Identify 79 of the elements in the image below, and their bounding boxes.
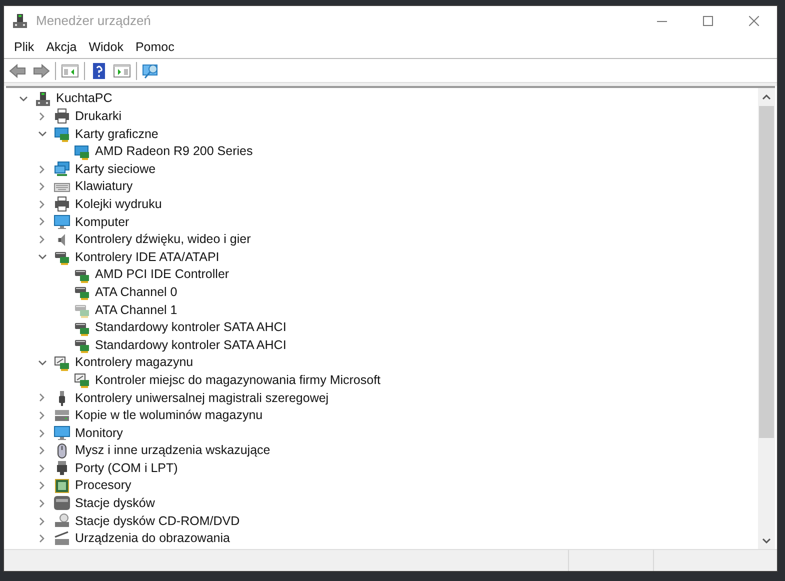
- storage-controller-icon: [54, 354, 70, 371]
- scrollbar[interactable]: [758, 88, 775, 549]
- collapse-chevron-icon[interactable]: [18, 96, 28, 102]
- menu-item[interactable]: Pomoc: [129, 38, 180, 56]
- tree-item[interactable]: Komputer: [75, 212, 130, 232]
- expand-chevron-icon[interactable]: [39, 516, 45, 526]
- collapse-chevron-icon[interactable]: [38, 130, 46, 137]
- help-icon[interactable]: [90, 62, 108, 80]
- expand-chevron-icon[interactable]: [39, 446, 45, 456]
- printer-icon: [54, 196, 70, 212]
- expand-chevron-icon[interactable]: [39, 235, 45, 244]
- expand-chevron-icon[interactable]: [39, 498, 45, 508]
- tree-item[interactable]: Karty graficzne: [75, 124, 158, 144]
- collapse-chevron-icon[interactable]: [38, 254, 46, 260]
- tree-item[interactable]: Drukarki: [75, 107, 122, 126]
- action-pane-icon[interactable]: [113, 62, 131, 80]
- back-arrow-icon[interactable]: [9, 62, 27, 80]
- collapse-chevron-icon[interactable]: [38, 360, 46, 366]
- scroll-up-icon[interactable]: [762, 94, 771, 100]
- tree-item[interactable]: ATA Channel 1: [95, 300, 178, 320]
- network-icon: [54, 161, 70, 178]
- monitor-icon: [54, 425, 70, 442]
- controller-icon: [54, 249, 70, 266]
- window-title: Menedżer urządzeń: [36, 12, 151, 30]
- tree-item[interactable]: Standardowy kontroler SATA AHCI: [95, 318, 286, 337]
- tree-item[interactable]: Kontrolery IDE ATA/ATAPI: [75, 248, 220, 267]
- expand-chevron-icon[interactable]: [39, 410, 45, 420]
- port-icon: [54, 460, 70, 476]
- expand-chevron-icon[interactable]: [39, 182, 45, 192]
- tree-item[interactable]: ATA Channel 0: [95, 282, 178, 302]
- expand-chevron-icon[interactable]: [39, 464, 45, 473]
- scroll-down-icon[interactable]: [762, 538, 771, 544]
- console-tree-icon[interactable]: [61, 62, 79, 80]
- tree-item[interactable]: Standardowy kontroler SATA AHCI: [95, 336, 286, 354]
- monitor-icon: [54, 214, 70, 230]
- tree-item[interactable]: AMD Radeon R9 200 Series: [95, 142, 253, 161]
- tree-item[interactable]: Klawiatury: [75, 177, 133, 196]
- tree-item[interactable]: Kontrolery magazynu: [75, 353, 194, 372]
- tree-item[interactable]: Stacje dysków CD-ROM/DVD: [75, 512, 240, 530]
- close-icon: [749, 16, 759, 26]
- tree-item[interactable]: Kolejki wydruku: [75, 194, 162, 214]
- computer-icon: [12, 13, 28, 29]
- drive-icon: [54, 407, 70, 424]
- expand-chevron-icon[interactable]: [39, 428, 45, 438]
- tree-item[interactable]: Stacje dysków: [75, 494, 155, 513]
- expand-chevron-icon[interactable]: [39, 217, 45, 226]
- computer-icon: [35, 90, 51, 107]
- processor-icon: [54, 478, 70, 494]
- expand-chevron-icon[interactable]: [39, 200, 45, 209]
- printer-icon: [54, 108, 70, 124]
- tree-item[interactable]: Kontroler miejsc do magazynowania firmy Microsoft: [95, 370, 381, 390]
- tree-item[interactable]: Monitory: [75, 424, 123, 442]
- tree-item[interactable]: Mysz i inne urządzenia wskazujące: [75, 441, 270, 460]
- expand-chevron-icon[interactable]: [39, 164, 45, 174]
- minimize-icon: [657, 20, 667, 22]
- scanner-icon: [54, 530, 70, 547]
- scan-monitor-icon[interactable]: [142, 62, 160, 80]
- maximize-icon: [703, 16, 713, 26]
- forward-arrow-icon[interactable]: [32, 62, 50, 80]
- tree-item[interactable]: Porty (COM i LPT): [75, 458, 178, 478]
- display-adapter-icon: [54, 126, 70, 142]
- tree-item[interactable]: Urządzenia do obrazowania: [75, 529, 230, 548]
- tree-item[interactable]: AMD PCI IDE Controller: [95, 265, 230, 284]
- menu-item[interactable]: Plik: [8, 38, 40, 56]
- expand-chevron-icon[interactable]: [39, 393, 45, 402]
- tree-item[interactable]: KuchtaPC: [56, 89, 112, 108]
- expand-chevron-icon[interactable]: [39, 112, 45, 121]
- tree-item[interactable]: Kontrolery dźwięku, wideo i gier: [75, 230, 251, 249]
- tree-item[interactable]: Kopie w tle woluminów magazynu: [75, 406, 263, 425]
- expand-chevron-icon[interactable]: [39, 481, 45, 490]
- tree-item[interactable]: Procesory: [75, 476, 132, 496]
- cd-drive-icon: [54, 513, 70, 530]
- menu-item[interactable]: Widok: [82, 38, 130, 56]
- disk-drive-icon: [54, 495, 70, 512]
- tree-item[interactable]: Kontrolery uniwersalnej magistrali szeregowej: [75, 388, 329, 408]
- menu-item[interactable]: Akcja: [40, 38, 83, 56]
- tree-item[interactable]: Karty sieciowe: [75, 160, 156, 179]
- expand-chevron-icon[interactable]: [39, 534, 45, 544]
- scrollbar-thumb[interactable]: [759, 106, 774, 438]
